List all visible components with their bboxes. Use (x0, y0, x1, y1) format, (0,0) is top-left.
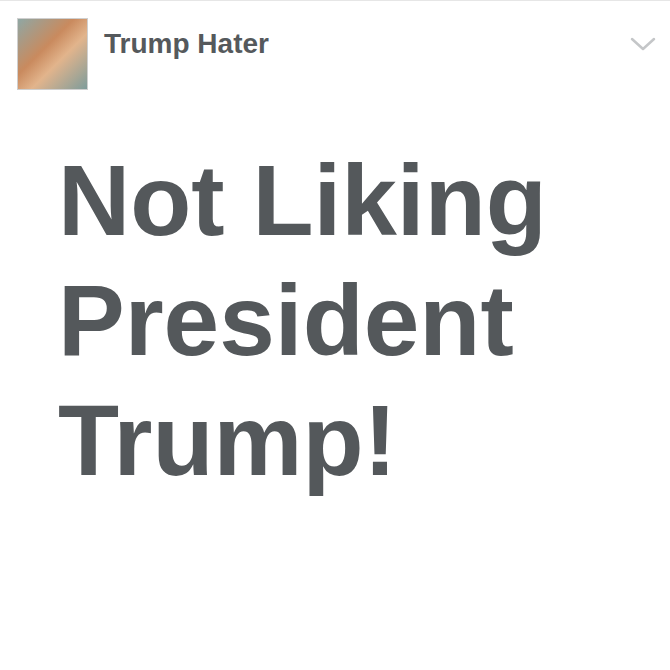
avatar-photo[interactable] (17, 18, 88, 90)
post-text: Not Liking President Trump! (0, 90, 670, 500)
author-name[interactable]: Trump Hater (104, 18, 614, 60)
chevron-down-icon[interactable] (630, 36, 656, 52)
post-card: Trump Hater Not Liking President Trump! (0, 0, 670, 670)
post-header: Trump Hater (0, 1, 670, 90)
